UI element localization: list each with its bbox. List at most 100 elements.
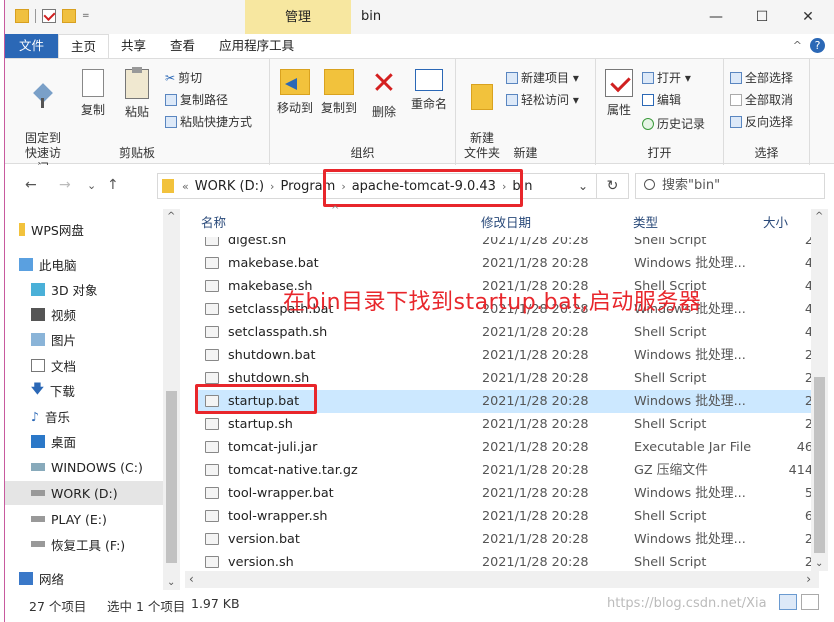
nav-scroll-thumb[interactable] <box>166 391 177 563</box>
delete-button[interactable]: ✕ 删除 <box>366 65 402 120</box>
column-header-date[interactable]: 修改日期 <box>481 209 531 237</box>
scroll-down-icon[interactable]: ⌄ <box>167 577 175 588</box>
nav-item-this-pc[interactable]: 此电脑 <box>19 252 77 276</box>
paste-shortcut-button[interactable]: 粘贴快捷方式 <box>165 113 252 130</box>
copy-icon <box>82 69 104 97</box>
tab-app-tools[interactable]: 应用程序工具 <box>207 34 306 58</box>
close-button[interactable]: ✕ <box>785 0 831 34</box>
scroll-down-icon[interactable]: ⌄ <box>815 558 823 569</box>
help-icon[interactable]: ? <box>810 38 825 53</box>
file-row[interactable]: tomcat-native.tar.gz 2021/1/28 20:28 GZ 压缩… <box>195 459 813 482</box>
column-header-name[interactable]: 名称 <box>201 209 226 237</box>
rename-button[interactable]: 重命名 <box>406 65 452 112</box>
file-row[interactable]: setclasspath.sh 2021/1/28 20:28 Shell Scri… <box>195 321 813 344</box>
nav-item-network[interactable]: 网络 <box>19 566 64 590</box>
nav-item-3d-objects[interactable]: 3D 对象 <box>31 277 98 301</box>
tab-home[interactable]: 主页 <box>58 34 110 58</box>
maximize-button[interactable]: ☐ <box>739 0 785 34</box>
nav-label: 文档 <box>51 358 77 374</box>
copy-path-button[interactable]: 复制路径 <box>165 91 228 108</box>
file-row[interactable]: startup.sh 2021/1/28 20:28 Shell Script 2 <box>195 413 813 436</box>
properties-button[interactable]: 属性 <box>602 65 636 118</box>
navigation-pane: WPS网盘 此电脑 3D 对象 视频 图片 文档 🡇 下载 ♪ 音乐 桌面 WI… <box>5 209 181 590</box>
invert-selection-button[interactable]: 反向选择 <box>730 113 793 130</box>
details-view-icon[interactable] <box>779 594 797 610</box>
search-input[interactable]: 搜索"bin" <box>635 173 825 199</box>
nav-label: 桌面 <box>51 434 77 450</box>
scroll-up-icon[interactable]: ^ <box>167 211 175 222</box>
overflow-chevron-icon[interactable]: « <box>182 180 189 193</box>
file-row[interactable]: version.bat 2021/1/28 20:28 Windows 批处理...… <box>195 528 813 551</box>
nav-item-wps-cloud[interactable]: WPS网盘 <box>19 217 84 241</box>
nav-label: 视频 <box>51 307 77 323</box>
history-button[interactable]: 历史记录 <box>642 115 705 132</box>
refresh-button[interactable]: ↻ <box>597 173 629 199</box>
move-to-button[interactable]: 移动到 <box>274 65 316 116</box>
file-icon <box>205 257 219 269</box>
nav-item-drive-d[interactable]: WORK (D:) <box>5 481 163 505</box>
select-all-button[interactable]: 全部选择 <box>730 69 793 86</box>
column-header-type[interactable]: 类型 <box>633 209 658 237</box>
nav-item-documents[interactable]: 文档 <box>31 353 76 377</box>
address-dropdown-icon[interactable]: ⌄ <box>578 179 588 193</box>
file-list-scrollbar[interactable]: ^ ⌄ <box>811 209 828 571</box>
scroll-right-icon[interactable]: › <box>806 572 811 586</box>
copy-path-icon <box>165 93 177 106</box>
nav-item-downloads[interactable]: 🡇 下载 <box>31 378 75 402</box>
file-name: tool-wrapper.sh <box>228 509 328 524</box>
nav-label: WINDOWS (C:) <box>51 459 143 475</box>
breadcrumb-drive[interactable]: WORK (D:) <box>195 179 264 194</box>
select-none-button[interactable]: 全部取消 <box>730 91 793 108</box>
new-folder-icon[interactable] <box>62 9 76 23</box>
file-scroll-thumb[interactable] <box>814 377 825 553</box>
file-row[interactable]: makebase.bat 2021/1/28 20:28 Windows 批处理..… <box>195 252 813 275</box>
qat-dropdown-icon[interactable]: = <box>82 9 90 23</box>
column-header-size[interactable]: 大小 <box>763 209 788 237</box>
tab-share[interactable]: 共享 <box>109 34 158 58</box>
nav-item-drive-c[interactable]: WINDOWS (C:) <box>31 455 143 479</box>
minimize-button[interactable]: — <box>693 0 739 34</box>
nav-label: PLAY (E:) <box>51 511 107 527</box>
recent-locations-chevron-icon[interactable]: ⌄ <box>87 179 96 192</box>
file-row[interactable]: tool-wrapper.bat 2021/1/28 20:28 Windows 批… <box>195 482 813 505</box>
up-arrow-icon[interactable]: ↑ <box>107 177 119 193</box>
properties-check-icon[interactable] <box>42 9 56 23</box>
copy-to-button[interactable]: 复制到 <box>318 65 360 116</box>
open-button[interactable]: 打开 ▾ <box>642 69 691 86</box>
back-arrow-icon[interactable]: ← <box>25 177 37 193</box>
nav-item-drive-f[interactable]: 恢复工具 (F:) <box>31 532 125 556</box>
scroll-up-icon[interactable]: ^ <box>815 211 823 222</box>
paste-icon <box>125 67 149 99</box>
nav-item-drive-e[interactable]: PLAY (E:) <box>31 507 107 531</box>
nav-item-music[interactable]: ♪ 音乐 <box>31 404 70 428</box>
forward-arrow-icon[interactable]: → <box>59 177 71 193</box>
paste-button[interactable]: 粘贴 <box>119 65 155 120</box>
scroll-left-icon[interactable]: ‹ <box>189 572 194 586</box>
copy-button[interactable]: 复制 <box>75 65 111 118</box>
horizontal-scrollbar[interactable]: ‹ › <box>185 571 819 588</box>
tab-view[interactable]: 查看 <box>158 34 207 58</box>
easy-access-button[interactable]: 轻松访问 ▾ <box>506 91 579 108</box>
nav-item-desktop[interactable]: 桌面 <box>31 429 76 453</box>
file-row[interactable]: tool-wrapper.sh 2021/1/28 20:28 Shell Scri… <box>195 505 813 528</box>
cut-button[interactable]: ✂ 剪切 <box>165 69 202 86</box>
context-tab-manage[interactable]: 管理 <box>245 0 351 34</box>
file-date: 2021/1/28 20:28 <box>482 486 589 501</box>
tab-file[interactable]: 文件 <box>5 34 59 58</box>
nav-scrollbar[interactable]: ^ ⌄ <box>163 209 180 590</box>
new-item-button[interactable]: 新建项目 ▾ <box>506 69 579 86</box>
file-name: shutdown.bat <box>228 348 316 363</box>
breadcrumb-separator-icon[interactable]: › <box>270 180 274 193</box>
explorer-window: = 管理 bin — ☐ ✕ 文件 主页 共享 查看 应用程序工具 ^ ? 固定… <box>4 0 834 622</box>
file-row[interactable]: tomcat-juli.jar 2021/1/28 20:28 Executable… <box>195 436 813 459</box>
sort-indicator-icon: ^ <box>331 205 340 216</box>
file-row[interactable]: shutdown.bat 2021/1/28 20:28 Windows 批处理..… <box>195 344 813 367</box>
nav-item-video[interactable]: 视频 <box>31 302 76 326</box>
file-size: 2 <box>804 394 813 409</box>
collapse-ribbon-icon[interactable]: ^ <box>793 39 802 52</box>
nav-item-pictures[interactable]: 图片 <box>31 327 76 351</box>
large-icons-view-icon[interactable] <box>801 594 819 610</box>
select-all-label: 全部选择 <box>745 71 794 85</box>
edit-button[interactable]: 编辑 <box>642 91 681 108</box>
file-icon <box>205 556 219 568</box>
